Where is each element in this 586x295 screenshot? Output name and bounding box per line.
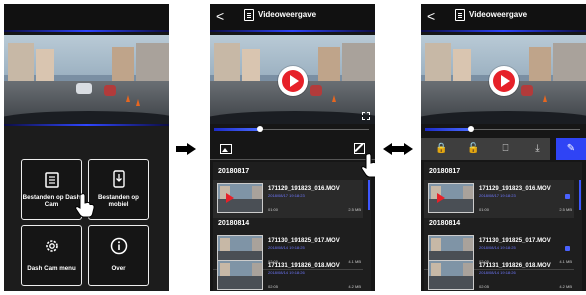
video-thumbnail bbox=[428, 260, 474, 290]
file-duration: 01:00 bbox=[268, 207, 279, 212]
video-thumbnail bbox=[217, 260, 263, 290]
fullscreen-icon[interactable] bbox=[362, 112, 370, 120]
video-player[interactable] bbox=[421, 35, 586, 124]
file-name: 171131_191826_018.MOV bbox=[268, 263, 340, 269]
file-name: 171129_191823_016.MOV bbox=[268, 186, 340, 192]
top-bar: < Videoweergave bbox=[210, 4, 375, 32]
file-datetime: 2018/08/14 19:18:25 bbox=[479, 245, 516, 250]
gallery-icon[interactable] bbox=[220, 144, 232, 154]
file-size: 4.2 MB bbox=[348, 284, 361, 289]
phone-home-screen: Bestanden op Dash Cam Bestanden op mobie… bbox=[4, 4, 169, 291]
back-button[interactable]: < bbox=[427, 7, 435, 25]
play-button[interactable] bbox=[278, 66, 308, 96]
phone-edit-mode: < Videoweergave 🔒 🔓 ⎕ ⤓ ✎ 20180817 17112… bbox=[421, 4, 586, 291]
tile-label: Bestanden op mobiel bbox=[98, 194, 139, 208]
play-button[interactable] bbox=[489, 66, 519, 96]
tutorial-strip: Bestanden op Dash Cam Bestanden op mobie… bbox=[0, 0, 586, 295]
file-duration: 02:05 bbox=[479, 284, 490, 289]
file-size: 2.5 MB bbox=[559, 207, 572, 212]
file-datetime: 2018/08/14 19:18:26 bbox=[479, 270, 516, 275]
video-player[interactable] bbox=[210, 35, 375, 124]
files-on-mobile-button[interactable]: Bestanden op mobiel bbox=[88, 159, 149, 220]
list-item[interactable]: 171129_191823_016.MOV 2018/08/17 19:18:2… bbox=[213, 180, 363, 218]
list-toolbar bbox=[210, 138, 375, 160]
tile-label: Over bbox=[111, 265, 126, 272]
file-datetime: 2018/08/17 19:18:23 bbox=[479, 193, 516, 198]
file-datetime: 2018/08/17 19:18:23 bbox=[268, 193, 305, 198]
file-datetime: 2018/08/14 19:18:26 bbox=[268, 270, 305, 275]
about-button[interactable]: Over bbox=[88, 225, 149, 286]
lock-icon bbox=[565, 246, 570, 251]
video-thumbnail bbox=[428, 183, 474, 213]
list-item[interactable]: 171131_191826_018.MOV 2018/08/14 19:18:2… bbox=[424, 257, 574, 291]
arrow-right-icon bbox=[176, 143, 196, 155]
dashcam-menu-button[interactable]: Dash Cam menu bbox=[21, 225, 82, 286]
top-bar bbox=[4, 4, 169, 32]
tile-label: Bestanden op Dash Cam bbox=[22, 194, 81, 208]
date-group-header: 20180814 bbox=[429, 220, 461, 227]
file-name: 171131_191826_018.MOV bbox=[479, 263, 551, 269]
scrollbar[interactable] bbox=[579, 180, 581, 210]
page-title: Videoweergave bbox=[469, 10, 528, 19]
file-duration: 01:00 bbox=[479, 207, 490, 212]
document-icon bbox=[44, 172, 59, 188]
document-icon bbox=[455, 9, 465, 21]
files-on-dashcam-button[interactable]: Bestanden op Dash Cam bbox=[21, 159, 82, 220]
lock-icon bbox=[565, 194, 570, 199]
file-size: 4.2 MB bbox=[559, 284, 572, 289]
list-item[interactable]: 171131_191826_018.MOV 2018/08/14 19:18:2… bbox=[213, 257, 363, 291]
tap-hand-icon bbox=[75, 193, 95, 218]
live-video-preview[interactable] bbox=[4, 35, 169, 124]
tile-label: Dash Cam menu bbox=[27, 265, 76, 272]
phone-video-playback: < Videoweergave 20180817 171129_191823_0… bbox=[210, 4, 375, 291]
arrow-bidirectional-icon bbox=[383, 143, 413, 155]
tap-hand-icon bbox=[361, 153, 375, 178]
file-datetime: 2018/08/14 19:18:25 bbox=[268, 245, 305, 250]
file-name: 171130_191825_017.MOV bbox=[268, 238, 340, 244]
edit-icon[interactable]: ✎ bbox=[550, 138, 586, 160]
file-name: 171130_191825_017.MOV bbox=[479, 238, 551, 244]
file-list: 20180817 171129_191823_016.MOV 2018/08/1… bbox=[213, 162, 371, 291]
back-button[interactable]: < bbox=[216, 7, 224, 25]
info-icon bbox=[110, 237, 127, 255]
delete-icon[interactable]: ⎕ bbox=[489, 138, 522, 160]
edit-action-bar: 🔒 🔓 ⎕ ⤓ ✎ bbox=[421, 138, 586, 160]
file-size: 2.5 MB bbox=[348, 207, 361, 212]
date-group-header: 20180814 bbox=[218, 220, 250, 227]
page-title: Videoweergave bbox=[258, 10, 317, 19]
video-thumbnail bbox=[217, 183, 263, 213]
gear-icon bbox=[45, 240, 58, 252]
lock-icon[interactable]: 🔒 bbox=[425, 138, 458, 160]
file-name: 171129_191823_016.MOV bbox=[479, 186, 551, 192]
playback-progress-slider[interactable] bbox=[210, 124, 375, 134]
scrollbar[interactable] bbox=[368, 180, 370, 210]
date-group-header: 20180817 bbox=[429, 168, 461, 175]
document-icon bbox=[244, 9, 254, 21]
list-item[interactable]: 171129_191823_016.MOV 2018/08/17 19:18:2… bbox=[424, 180, 574, 218]
file-list: 20180817 171129_191823_016.MOV 2018/08/1… bbox=[424, 162, 582, 291]
unlock-icon[interactable]: 🔓 bbox=[457, 138, 490, 160]
date-group-header: 20180817 bbox=[218, 168, 250, 175]
playback-progress-slider[interactable] bbox=[421, 124, 586, 134]
top-bar: < Videoweergave bbox=[421, 4, 586, 32]
file-duration: 02:05 bbox=[268, 284, 279, 289]
phone-download-icon bbox=[112, 170, 125, 188]
